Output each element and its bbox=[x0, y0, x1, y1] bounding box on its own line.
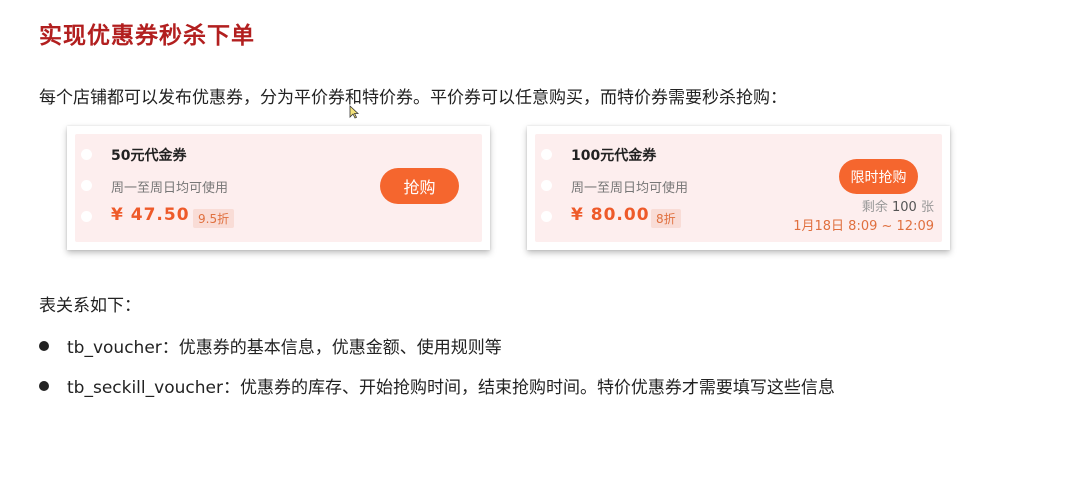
intro-text: 每个店铺都可以发布优惠券，分为平价券和特价券。平价券可以任意购买，而特价券需要秒… bbox=[39, 88, 787, 108]
list-item: tb_seckill_voucher：优惠券的库存、开始抢购时间，结束抢购时间。… bbox=[39, 373, 835, 398]
decorative-dot bbox=[541, 149, 552, 160]
decorative-dot bbox=[81, 180, 92, 191]
voucher-price: ¥ 80.00 bbox=[571, 205, 650, 225]
list-item-text: tb_voucher：优惠券的基本信息，优惠金额、使用规则等 bbox=[67, 338, 502, 358]
stock-prefix: 剩余 bbox=[861, 200, 888, 215]
decorative-dot bbox=[81, 211, 92, 222]
voucher-card-regular: 50元代金券 周一至周日均可使用 ¥ 47.50 9.5折 抢购 bbox=[67, 126, 490, 250]
page-title: 实现优惠券秒杀下单 bbox=[39, 23, 255, 49]
decorative-dot bbox=[81, 149, 92, 160]
list-item-text: tb_seckill_voucher：优惠券的库存、开始抢购时间，结束抢购时间。… bbox=[67, 378, 835, 398]
decorative-dot bbox=[541, 180, 552, 191]
voucher-name: 100元代金券 bbox=[571, 148, 657, 164]
stock-unit: 张 bbox=[920, 200, 934, 215]
voucher-card-body: 50元代金券 周一至周日均可使用 ¥ 47.50 9.5折 抢购 bbox=[75, 134, 482, 242]
list-item: tb_voucher：优惠券的基本信息，优惠金额、使用规则等 bbox=[39, 333, 502, 358]
voucher-rule: 周一至周日均可使用 bbox=[111, 181, 229, 196]
voucher-card-seckill: 100元代金券 周一至周日均可使用 ¥ 80.00 8折 限时抢购 剩余 100… bbox=[527, 126, 950, 250]
voucher-discount-badge: 9.5折 bbox=[193, 209, 235, 228]
bullet-icon bbox=[39, 380, 49, 391]
decorative-dot bbox=[541, 211, 552, 222]
flash-sale-button[interactable]: 限时抢购 bbox=[839, 159, 918, 194]
mouse-cursor-icon bbox=[349, 105, 359, 119]
buy-button[interactable]: 抢购 bbox=[380, 168, 459, 204]
voucher-rule: 周一至周日均可使用 bbox=[571, 181, 689, 196]
stock-count: 100 bbox=[892, 200, 917, 215]
relations-heading: 表关系如下： bbox=[39, 296, 141, 316]
voucher-price: ¥ 47.50 bbox=[111, 205, 190, 225]
sale-time-range: 1月18日 8:09 ~ 12:09 bbox=[793, 219, 934, 234]
voucher-card-body: 100元代金券 周一至周日均可使用 ¥ 80.00 8折 限时抢购 剩余 100… bbox=[535, 134, 942, 242]
voucher-name: 50元代金券 bbox=[111, 148, 187, 164]
stock-remaining: 剩余 100 张 bbox=[862, 196, 934, 215]
bullet-icon bbox=[39, 340, 49, 351]
voucher-discount-badge: 8折 bbox=[651, 209, 681, 228]
